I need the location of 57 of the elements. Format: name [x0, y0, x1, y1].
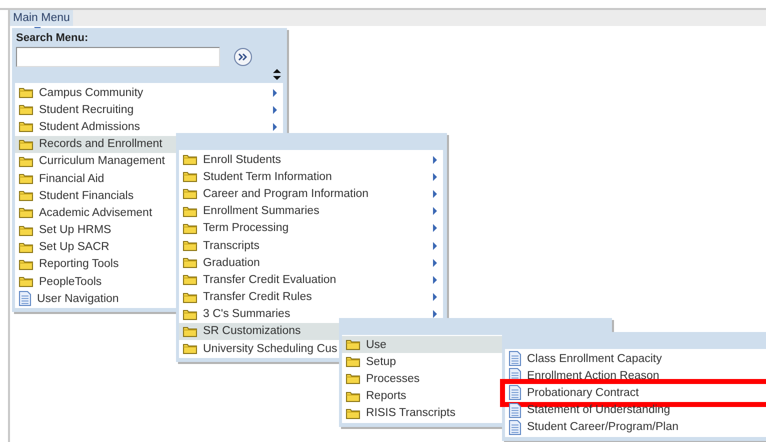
folder-icon	[19, 224, 33, 236]
folder-icon	[19, 138, 33, 150]
menu-item[interactable]: Statement of Understanding	[505, 402, 766, 419]
menu-item[interactable]: Probationary Contract	[505, 384, 766, 402]
folder-icon	[346, 373, 360, 384]
folder-icon	[346, 390, 360, 402]
menu-item[interactable]: Transfer Credit Evaluation	[179, 271, 443, 288]
folder-icon	[183, 240, 197, 252]
folder-icon	[19, 242, 33, 253]
folder-icon	[183, 292, 197, 303]
folder-icon	[183, 326, 197, 337]
folder-icon	[183, 154, 197, 166]
menu-item[interactable]: Career and Program Information	[179, 185, 443, 203]
document-icon	[19, 291, 31, 306]
double-chevron-icon	[238, 53, 248, 61]
folder-icon	[183, 188, 197, 200]
document-icon	[509, 420, 521, 435]
folder-icon	[19, 276, 33, 288]
menu-item[interactable]: Enroll Students	[179, 151, 443, 168]
folder-icon	[183, 222, 197, 234]
menu-item[interactable]: Student Term Information	[179, 168, 443, 186]
menu-item[interactable]: Transcripts	[179, 236, 443, 254]
folder-icon	[19, 190, 33, 202]
folder-icon	[346, 339, 360, 350]
folder-icon	[19, 156, 33, 167]
sort-icon[interactable]	[273, 69, 281, 80]
document-icon	[509, 385, 521, 400]
folder-icon	[19, 207, 33, 218]
folder-icon	[183, 206, 197, 217]
search-field[interactable]	[16, 47, 220, 67]
menu-item[interactable]: Student Career/Program/Plan	[505, 418, 766, 436]
document-icon	[509, 351, 521, 366]
document-icon	[509, 402, 521, 418]
folder-icon	[19, 173, 33, 184]
main-menu-tab[interactable]: Main Menu	[10, 10, 73, 26]
folder-icon	[183, 274, 197, 286]
menu-item[interactable]: Enrollment Action Reason	[505, 367, 766, 384]
folder-icon	[19, 258, 33, 270]
folder-icon	[183, 308, 197, 320]
folder-icon	[19, 121, 33, 132]
menu-item[interactable]: Enrollment Summaries	[179, 202, 443, 220]
folder-icon	[183, 257, 197, 268]
folder-icon	[19, 104, 33, 116]
folder-icon	[183, 343, 197, 354]
menu-item[interactable]: Student Recruiting	[15, 101, 283, 118]
menu-item[interactable]: Graduation	[179, 254, 443, 272]
menu-item[interactable]: Student Admissions	[15, 118, 283, 136]
folder-icon	[346, 408, 360, 419]
folder-icon	[346, 356, 360, 368]
menu-item[interactable]: Campus Community	[15, 84, 283, 102]
menu-item[interactable]: Term Processing	[179, 220, 443, 237]
menu-item[interactable]: 3 C's Summaries	[179, 306, 443, 323]
search-label: Search Menu:	[16, 31, 90, 45]
folder-icon	[19, 87, 33, 98]
menu-item[interactable]: Transfer Credit Rules	[179, 288, 443, 306]
go-button[interactable]	[234, 48, 252, 66]
folder-icon	[183, 171, 197, 182]
